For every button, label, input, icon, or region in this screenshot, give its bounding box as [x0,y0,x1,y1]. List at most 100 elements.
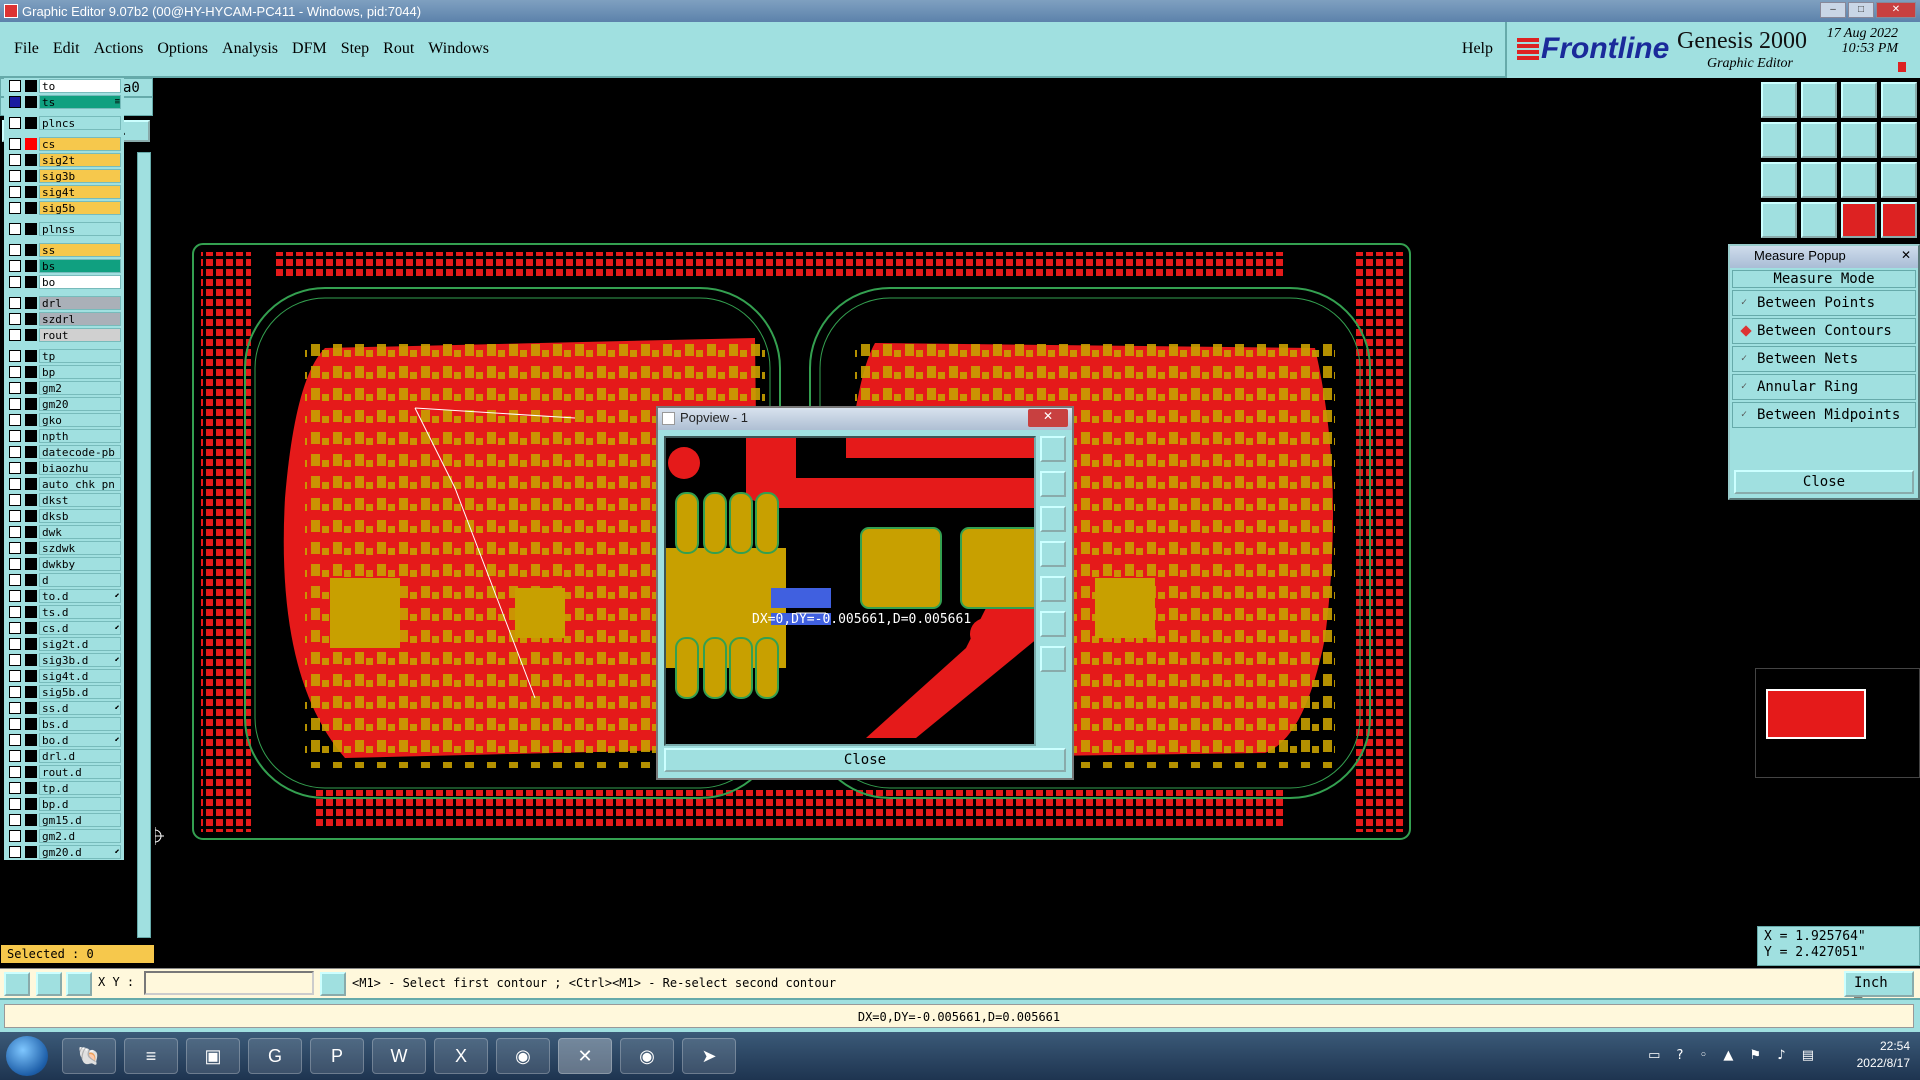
layer-row[interactable]: drl [4,295,124,311]
overview-preview[interactable] [1755,668,1920,778]
layer-name[interactable]: rout.d [39,765,121,779]
layer-row[interactable]: sig2t [4,152,124,168]
taskbar-save-icon[interactable]: ▣ [186,1038,240,1074]
layer-row[interactable]: dwk [4,524,124,540]
layer-checkbox[interactable] [9,154,21,166]
layer-checkbox[interactable] [9,478,21,490]
popview-canvas[interactable]: DX=0,DY=-0.005661,D=0.005661 [664,436,1036,746]
layer-row[interactable]: gm20.d ⬋ [4,844,124,860]
layer-name[interactable]: to [39,79,121,93]
minimize-button[interactable]: – [1820,2,1846,18]
layer-color-swatch[interactable] [25,244,37,256]
layer-checkbox[interactable] [9,814,21,826]
layer-row[interactable]: ss.d ⬋ [4,700,124,716]
tool-measure-icon[interactable] [1761,202,1797,238]
layer-checkbox[interactable] [9,830,21,842]
layer-checkbox[interactable] [9,138,21,150]
layer-checkbox[interactable] [9,366,21,378]
layer-color-swatch[interactable] [25,782,37,794]
menu-edit[interactable]: Edit [53,40,80,58]
layer-row[interactable]: d [4,572,124,588]
layer-row[interactable]: gm2.d [4,828,124,844]
layer-checkbox[interactable] [9,462,21,474]
layer-name[interactable]: drl.d [39,749,121,763]
layer-name[interactable]: sig2t.d [39,637,121,651]
layer-color-swatch[interactable] [25,606,37,618]
layer-name[interactable]: bo.d [39,733,121,747]
layer-name[interactable]: bo [39,275,121,289]
layer-row[interactable]: szdwk [4,540,124,556]
layer-checkbox[interactable] [9,750,21,762]
layer-name[interactable]: dwkby [39,557,121,571]
layer-color-swatch[interactable] [25,494,37,506]
tool-zoom-out-icon[interactable] [1801,162,1837,198]
layer-name[interactable]: drl [39,296,121,310]
layer-color-swatch[interactable] [25,670,37,682]
layer-color-swatch[interactable] [25,846,37,858]
system-tray-icons[interactable]: ▭ ? ◦ ▲ ⚑ ♪ ▤ [1648,1048,1820,1063]
layer-name[interactable]: gm20.d [39,845,121,859]
layer-color-swatch[interactable] [25,313,37,325]
layer-checkbox[interactable] [9,638,21,650]
layer-checkbox[interactable] [9,574,21,586]
layer-color-swatch[interactable] [25,526,37,538]
layer-color-swatch[interactable] [25,462,37,474]
layer-name[interactable]: bp.d [39,797,121,811]
layer-name[interactable]: bs [39,259,121,273]
tool-redraw-icon[interactable] [1841,122,1877,158]
layer-name[interactable]: cs.d [39,621,121,635]
layer-checkbox[interactable] [9,414,21,426]
layer-row[interactable]: datecode-pb [4,444,124,460]
layer-name[interactable]: plncs [39,116,121,130]
layer-row[interactable]: gko [4,412,124,428]
layer-color-swatch[interactable] [25,350,37,362]
layer-name[interactable]: sig3b.d [39,653,121,667]
menu-options[interactable]: Options [157,40,208,58]
layer-name[interactable]: ss [39,243,121,257]
layer-row[interactable]: gm15.d [4,812,124,828]
layer-row[interactable]: bo.d ⬋ [4,732,124,748]
layer-name[interactable]: rout [39,328,121,342]
popview-pan-up-icon[interactable] [1040,471,1066,497]
layer-name[interactable]: cs [39,137,121,151]
layer-checkbox[interactable] [9,846,21,858]
tool-scale-icon[interactable] [1841,162,1877,198]
measure-close-button[interactable]: Close [1734,470,1914,494]
layer-checkbox[interactable] [9,798,21,810]
layer-checkbox[interactable] [9,766,21,778]
layer-list-scrollbar[interactable] [137,152,151,938]
layer-row[interactable]: sig5b.d [4,684,124,700]
layer-name[interactable]: npth [39,429,121,443]
layer-row[interactable]: tp.d [4,780,124,796]
layer-checkbox[interactable] [9,542,21,554]
tool-zoom-home-icon[interactable] [1761,82,1797,118]
layer-checkbox[interactable] [9,80,21,92]
popview-close-icon[interactable]: ✕ [1028,409,1068,427]
layer-name[interactable]: dksb [39,509,121,523]
menu-dfm[interactable]: DFM [292,40,327,58]
layer-checkbox[interactable] [9,430,21,442]
layer-row[interactable]: sig5b [4,200,124,216]
layer-row[interactable]: sig4t.d [4,668,124,684]
layer-color-swatch[interactable] [25,186,37,198]
layer-color-swatch[interactable] [25,734,37,746]
layer-checkbox[interactable] [9,313,21,325]
layer-row[interactable]: dkst [4,492,124,508]
layer-row[interactable]: cs.d ⬋ [4,620,124,636]
close-window-button[interactable]: ✕ [1876,2,1916,18]
layer-name[interactable]: biaozhu [39,461,121,475]
layer-row[interactable]: szdrl [4,311,124,327]
layer-row[interactable]: bs.d [4,716,124,732]
layer-row[interactable]: drl.d [4,748,124,764]
layer-name[interactable]: sig4t.d [39,669,121,683]
layer-row[interactable]: tp [4,348,124,364]
layer-name[interactable]: ss.d [39,701,121,715]
layer-name[interactable]: bp [39,365,121,379]
layer-color-swatch[interactable] [25,366,37,378]
layer-color-swatch[interactable] [25,382,37,394]
popview-pan-right-icon[interactable] [1040,576,1066,602]
measure-popup-close-icon[interactable]: ✕ [1898,248,1914,264]
layer-row[interactable]: biaozhu [4,460,124,476]
taskbar-p-app-icon[interactable]: P [310,1038,364,1074]
layer-name[interactable]: gko [39,413,121,427]
